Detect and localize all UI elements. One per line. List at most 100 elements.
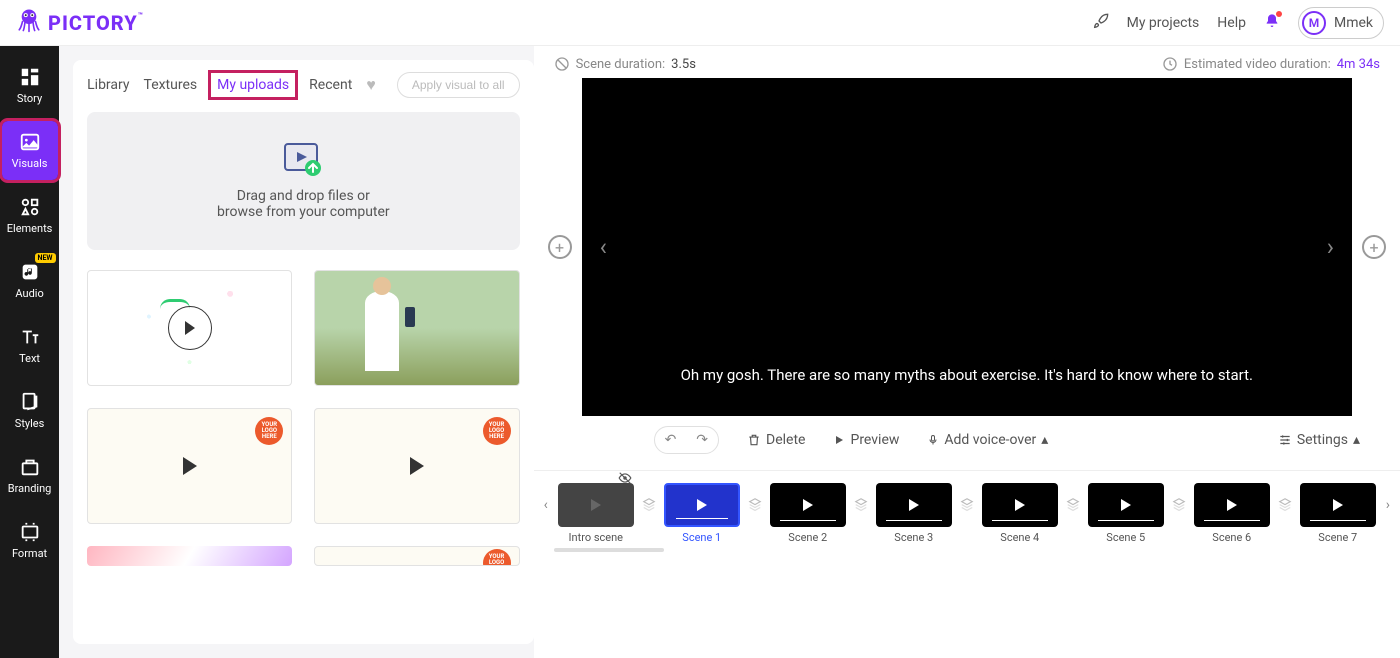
- sidebar-item-format[interactable]: Format: [2, 511, 58, 570]
- sidebar-item-label: Audio: [15, 287, 43, 300]
- dropzone-text-1: Drag and drop files or: [107, 188, 499, 204]
- tab-recent[interactable]: Recent: [309, 77, 352, 93]
- scene-item[interactable]: Scene 1: [664, 483, 740, 544]
- video-stage[interactable]: ‹ › Oh my gosh. There are so many myths …: [582, 78, 1352, 416]
- scene-item[interactable]: Scene 2: [770, 483, 846, 544]
- estimated-duration-label: Estimated video duration:: [1184, 57, 1331, 72]
- favorites-heart-icon[interactable]: ♥: [366, 75, 376, 95]
- upload-thumbnail[interactable]: YOUR LOGO HERE: [314, 546, 519, 566]
- apply-visual-to-all-button[interactable]: Apply visual to all: [397, 72, 520, 98]
- scene-thumbnail[interactable]: [664, 483, 740, 527]
- scene-item[interactable]: Scene 6: [1194, 483, 1270, 544]
- timeline-scrollbar[interactable]: [554, 548, 664, 552]
- settings-button[interactable]: Settings ▴: [1278, 432, 1360, 448]
- prev-scene-arrow[interactable]: ‹: [590, 223, 617, 271]
- redo-button[interactable]: ↷: [686, 427, 718, 453]
- upload-icon: [281, 142, 325, 178]
- sidebar-item-branding[interactable]: Branding: [2, 446, 58, 505]
- scene-item[interactable]: Scene 4: [982, 483, 1058, 544]
- elements-icon: [19, 196, 41, 218]
- next-scene-arrow[interactable]: ›: [1317, 223, 1344, 271]
- layers-icon[interactable]: [1066, 483, 1080, 511]
- preview-panel: Scene duration: 3.5s Estimated video dur…: [534, 46, 1400, 658]
- sidebar-item-label: Styles: [15, 417, 45, 430]
- scene-label: Scene 3: [894, 531, 933, 544]
- tab-library[interactable]: Library: [87, 77, 129, 93]
- timeline-prev-button[interactable]: ‹: [542, 483, 550, 527]
- scene-label: Scene 4: [1000, 531, 1039, 544]
- upload-dropzone[interactable]: Drag and drop files or browse from your …: [87, 112, 519, 250]
- sidebar-item-label: Branding: [8, 482, 52, 495]
- scene-label: Scene 6: [1212, 531, 1251, 544]
- scene-label: Intro scene: [569, 531, 623, 544]
- uploads-grid: YOUR LOGO HERE YOUR LOGO HERE YOUR LOGO …: [87, 270, 519, 566]
- scene-item[interactable]: Scene 5: [1088, 483, 1164, 544]
- help-link[interactable]: Help: [1217, 15, 1246, 31]
- add-voiceover-button[interactable]: Add voice-over ▴: [927, 432, 1048, 448]
- scene-duration-value: 3.5s: [671, 57, 696, 72]
- sidebar-item-label: Text: [19, 352, 40, 365]
- play-icon: [833, 434, 845, 446]
- scene-thumbnail[interactable]: [982, 483, 1058, 527]
- layers-icon[interactable]: [960, 483, 974, 511]
- preview-toolbar: ↶ ↷ Delete Preview Add voice-over ▴ Sett…: [534, 416, 1400, 464]
- scene-item[interactable]: Scene 7: [1300, 483, 1376, 544]
- user-menu[interactable]: M Mmek: [1298, 7, 1384, 39]
- scene-duration-label: Scene duration:: [576, 57, 666, 72]
- sidebar-item-label: Story: [17, 92, 42, 105]
- user-name: Mmek: [1334, 15, 1373, 31]
- new-badge: NEW: [35, 253, 56, 263]
- scene-thumbnail[interactable]: [1194, 483, 1270, 527]
- timeline-next-button[interactable]: ›: [1384, 483, 1392, 527]
- trademark-icon: ™: [138, 11, 144, 20]
- estimated-duration-value: 4m 34s: [1337, 57, 1380, 72]
- scene-thumbnail[interactable]: [1300, 483, 1376, 527]
- preview-button[interactable]: Preview: [833, 432, 899, 448]
- layers-icon[interactable]: [1172, 483, 1186, 511]
- scene-thumbnail[interactable]: [558, 483, 634, 527]
- scene-thumbnail[interactable]: [1088, 483, 1164, 527]
- scene-thumbnail[interactable]: [770, 483, 846, 527]
- scene-item[interactable]: Scene 3: [876, 483, 952, 544]
- logo-badge: YOUR LOGO HERE: [255, 417, 283, 445]
- upload-thumbnail[interactable]: YOUR LOGO HERE: [87, 408, 292, 524]
- sidebar-item-text[interactable]: Text: [2, 316, 58, 375]
- upload-thumbnail[interactable]: [87, 546, 292, 566]
- sidebar-item-audio[interactable]: NEW Audio: [2, 251, 58, 310]
- layers-icon[interactable]: [642, 483, 656, 511]
- text-icon: [19, 326, 41, 348]
- upgrade-rocket-icon[interactable]: [1093, 13, 1109, 33]
- brand-logo[interactable]: PICTORY™: [16, 7, 144, 38]
- undo-button[interactable]: ↶: [655, 427, 687, 453]
- visuals-panel: Library Textures My uploads Recent ♥ App…: [59, 46, 533, 658]
- my-projects-link[interactable]: My projects: [1127, 15, 1200, 31]
- sidebar-item-visuals[interactable]: Visuals: [2, 121, 58, 180]
- scene-caption: Oh my gosh. There are so many myths abou…: [582, 364, 1352, 387]
- scene-label: Scene 7: [1318, 531, 1357, 544]
- scene-item[interactable]: Intro scene: [558, 483, 634, 544]
- styles-icon: [19, 391, 41, 413]
- brand-text: PICTORY: [48, 11, 138, 35]
- scene-thumbnail[interactable]: [876, 483, 952, 527]
- logo-badge: YOUR LOGO HERE: [483, 549, 511, 566]
- tab-textures[interactable]: Textures: [144, 77, 198, 93]
- sidebar-item-story[interactable]: Story: [2, 56, 58, 115]
- delete-button[interactable]: Delete: [747, 432, 805, 448]
- sidebar-item-elements[interactable]: Elements: [2, 186, 58, 245]
- add-scene-before-button[interactable]: +: [548, 235, 572, 259]
- visibility-off-icon: [618, 471, 632, 488]
- layers-icon[interactable]: [854, 483, 868, 511]
- notification-bell-icon[interactable]: [1264, 13, 1280, 33]
- add-scene-after-button[interactable]: +: [1362, 235, 1386, 259]
- sidebar-item-styles[interactable]: Styles: [2, 381, 58, 440]
- scene-timeline: ‹ Intro scene Scene 1 Scene 2 Scene 3 Scene …: [534, 470, 1400, 544]
- upload-thumbnail[interactable]: [314, 270, 519, 386]
- left-rail: Story Visuals Elements NEW Audio Text St…: [0, 46, 59, 658]
- layers-icon[interactable]: [748, 483, 762, 511]
- tab-my-uploads[interactable]: My uploads: [211, 73, 295, 97]
- layers-icon[interactable]: [1278, 483, 1292, 511]
- upload-thumbnail[interactable]: [87, 270, 292, 386]
- sidebar-item-label: Elements: [7, 222, 53, 235]
- upload-thumbnail[interactable]: YOUR LOGO HERE: [314, 408, 519, 524]
- format-icon: [19, 521, 41, 543]
